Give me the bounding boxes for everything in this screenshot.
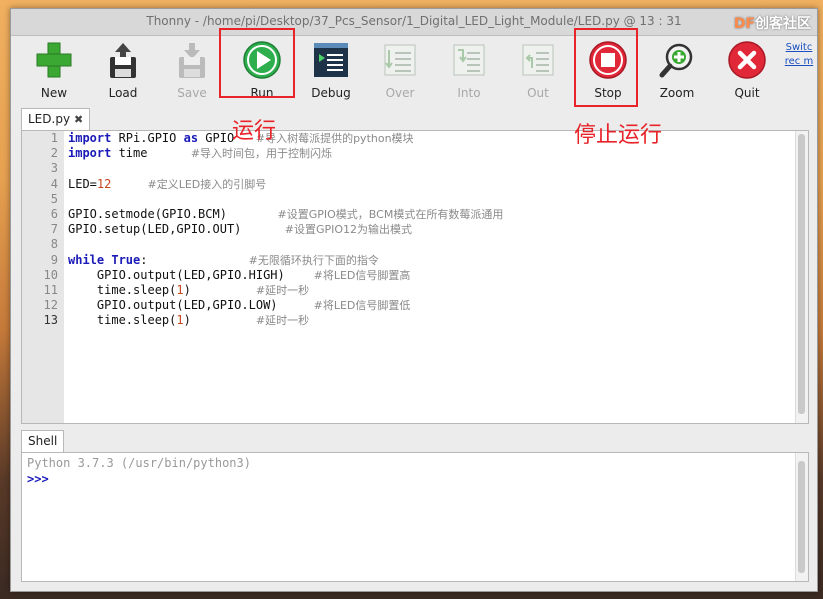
step-into-icon	[453, 44, 485, 76]
line-number: 8	[50, 237, 58, 252]
code-line: while True: #无限循环执行下面的指令	[68, 252, 379, 267]
line-number: 3	[50, 161, 58, 176]
quit-button[interactable]: Quit	[717, 40, 777, 104]
editor-scrollbar[interactable]	[795, 131, 808, 423]
step-out-button[interactable]: Out	[508, 40, 568, 104]
tab-close-icon[interactable]: ✖	[74, 113, 83, 126]
load-button[interactable]: Load	[93, 40, 153, 104]
new-file-icon	[36, 42, 72, 78]
line-number-gutter: 1 2 3 4 5 6 7 8 9 10 11 12 13	[22, 131, 64, 423]
line-number: 13	[43, 313, 58, 328]
line-number: 4	[50, 176, 58, 191]
step-out-button-label: Out	[527, 86, 549, 100]
line-number: 1	[50, 131, 58, 145]
zoom-button-label: Zoom	[659, 86, 695, 100]
new-button[interactable]: New	[24, 40, 84, 104]
stop-button[interactable]: Stop	[578, 40, 638, 104]
watermark-logo: DF创客社区	[733, 16, 811, 32]
run-button-label: Run	[250, 86, 274, 100]
debug-icon	[314, 43, 348, 77]
code-line: GPIO.setmode(GPIO.BCM) #设置GPIO模式，BCM模式在所…	[68, 206, 504, 221]
python-version-line: Python 3.7.3 (/usr/bin/python3)	[27, 456, 251, 470]
load-floppy-icon	[110, 43, 136, 78]
line-number: 6	[50, 206, 58, 221]
quit-icon	[728, 41, 766, 79]
code-line: GPIO.setup(LED,GPIO.OUT) #设置GPIO12为输出模式	[68, 222, 413, 237]
run-play-icon	[243, 41, 281, 79]
step-over-button-label: Over	[385, 86, 415, 100]
switch-mode-link[interactable]: Switc rec m	[781, 41, 817, 69]
shell-tabbar: Shell	[21, 430, 65, 452]
stop-annotation: 停止运行	[574, 123, 663, 148]
step-out-icon	[522, 44, 554, 76]
line-number: 9	[50, 252, 58, 267]
scrollbar-thumb[interactable]	[798, 134, 805, 414]
code-area[interactable]: import RPi.GPIO as GPIO #导入树莓派提供的python模…	[68, 131, 794, 423]
zoom-icon	[659, 43, 693, 78]
new-button-label: New	[40, 86, 68, 100]
step-over-icon	[384, 44, 416, 76]
code-line: GPIO.output(LED,GPIO.LOW) #将LED信号脚置低	[68, 298, 411, 313]
debug-button-label: Debug	[311, 86, 351, 100]
stop-icon	[589, 41, 627, 79]
save-button[interactable]: Save	[162, 40, 222, 104]
title-bar[interactable]: Thonny - /home/pi/Desktop/37_Pcs_Sensor/…	[11, 9, 817, 36]
code-line: GPIO.output(LED,GPIO.HIGH) #将LED信号脚置高	[68, 267, 411, 282]
line-number: 5	[50, 191, 58, 206]
code-editor[interactable]: 1 2 3 4 5 6 7 8 9 10 11 12 13 import RPi…	[21, 130, 809, 424]
debug-button[interactable]: Debug	[301, 40, 361, 104]
line-number: 12	[43, 298, 58, 313]
run-button[interactable]: Run	[232, 40, 292, 104]
code-line: import RPi.GPIO as GPIO #导入树莓派提供的python模…	[68, 131, 414, 145]
step-into-button-label: Into	[457, 86, 481, 100]
code-line: import time #导入时间包，用于控制闪烁	[68, 146, 333, 161]
quit-button-label: Quit	[734, 86, 760, 100]
code-line: time.sleep(1) #延时一秒	[68, 282, 310, 297]
line-number: 10	[43, 267, 58, 282]
save-button-label: Save	[177, 86, 207, 100]
load-button-label: Load	[108, 86, 138, 100]
stop-button-label: Stop	[594, 86, 622, 100]
shell-scrollbar[interactable]	[795, 453, 808, 581]
save-floppy-icon	[179, 43, 205, 78]
line-number: 11	[43, 282, 58, 297]
window-title: Thonny - /home/pi/Desktop/37_Pcs_Sensor/…	[146, 14, 682, 28]
code-line: LED=12 #定义LED接入的引脚号	[68, 176, 267, 191]
toolbar: New Load Save Run Debug Over Into Out St…	[11, 36, 817, 106]
editor-tabbar: LED.py ✖	[21, 108, 91, 130]
zoom-button[interactable]: Zoom	[647, 40, 707, 104]
run-annotation: 运行	[232, 119, 277, 144]
line-number: 2	[50, 146, 58, 161]
scrollbar-thumb[interactable]	[798, 461, 805, 573]
tab-shell[interactable]: Shell	[21, 430, 65, 452]
step-over-button[interactable]: Over	[370, 40, 430, 104]
shell-prompt: >>>	[27, 472, 49, 486]
code-line: time.sleep(1) #延时一秒	[68, 313, 310, 328]
shell-console[interactable]: Python 3.7.3 (/usr/bin/python3) >>>	[21, 452, 809, 582]
step-into-button[interactable]: Into	[439, 40, 499, 104]
tab-label: LED.py	[28, 112, 71, 126]
tab-led-py[interactable]: LED.py ✖	[21, 108, 91, 130]
thonny-window: Thonny - /home/pi/Desktop/37_Pcs_Sensor/…	[10, 8, 818, 592]
line-number: 7	[50, 222, 58, 237]
